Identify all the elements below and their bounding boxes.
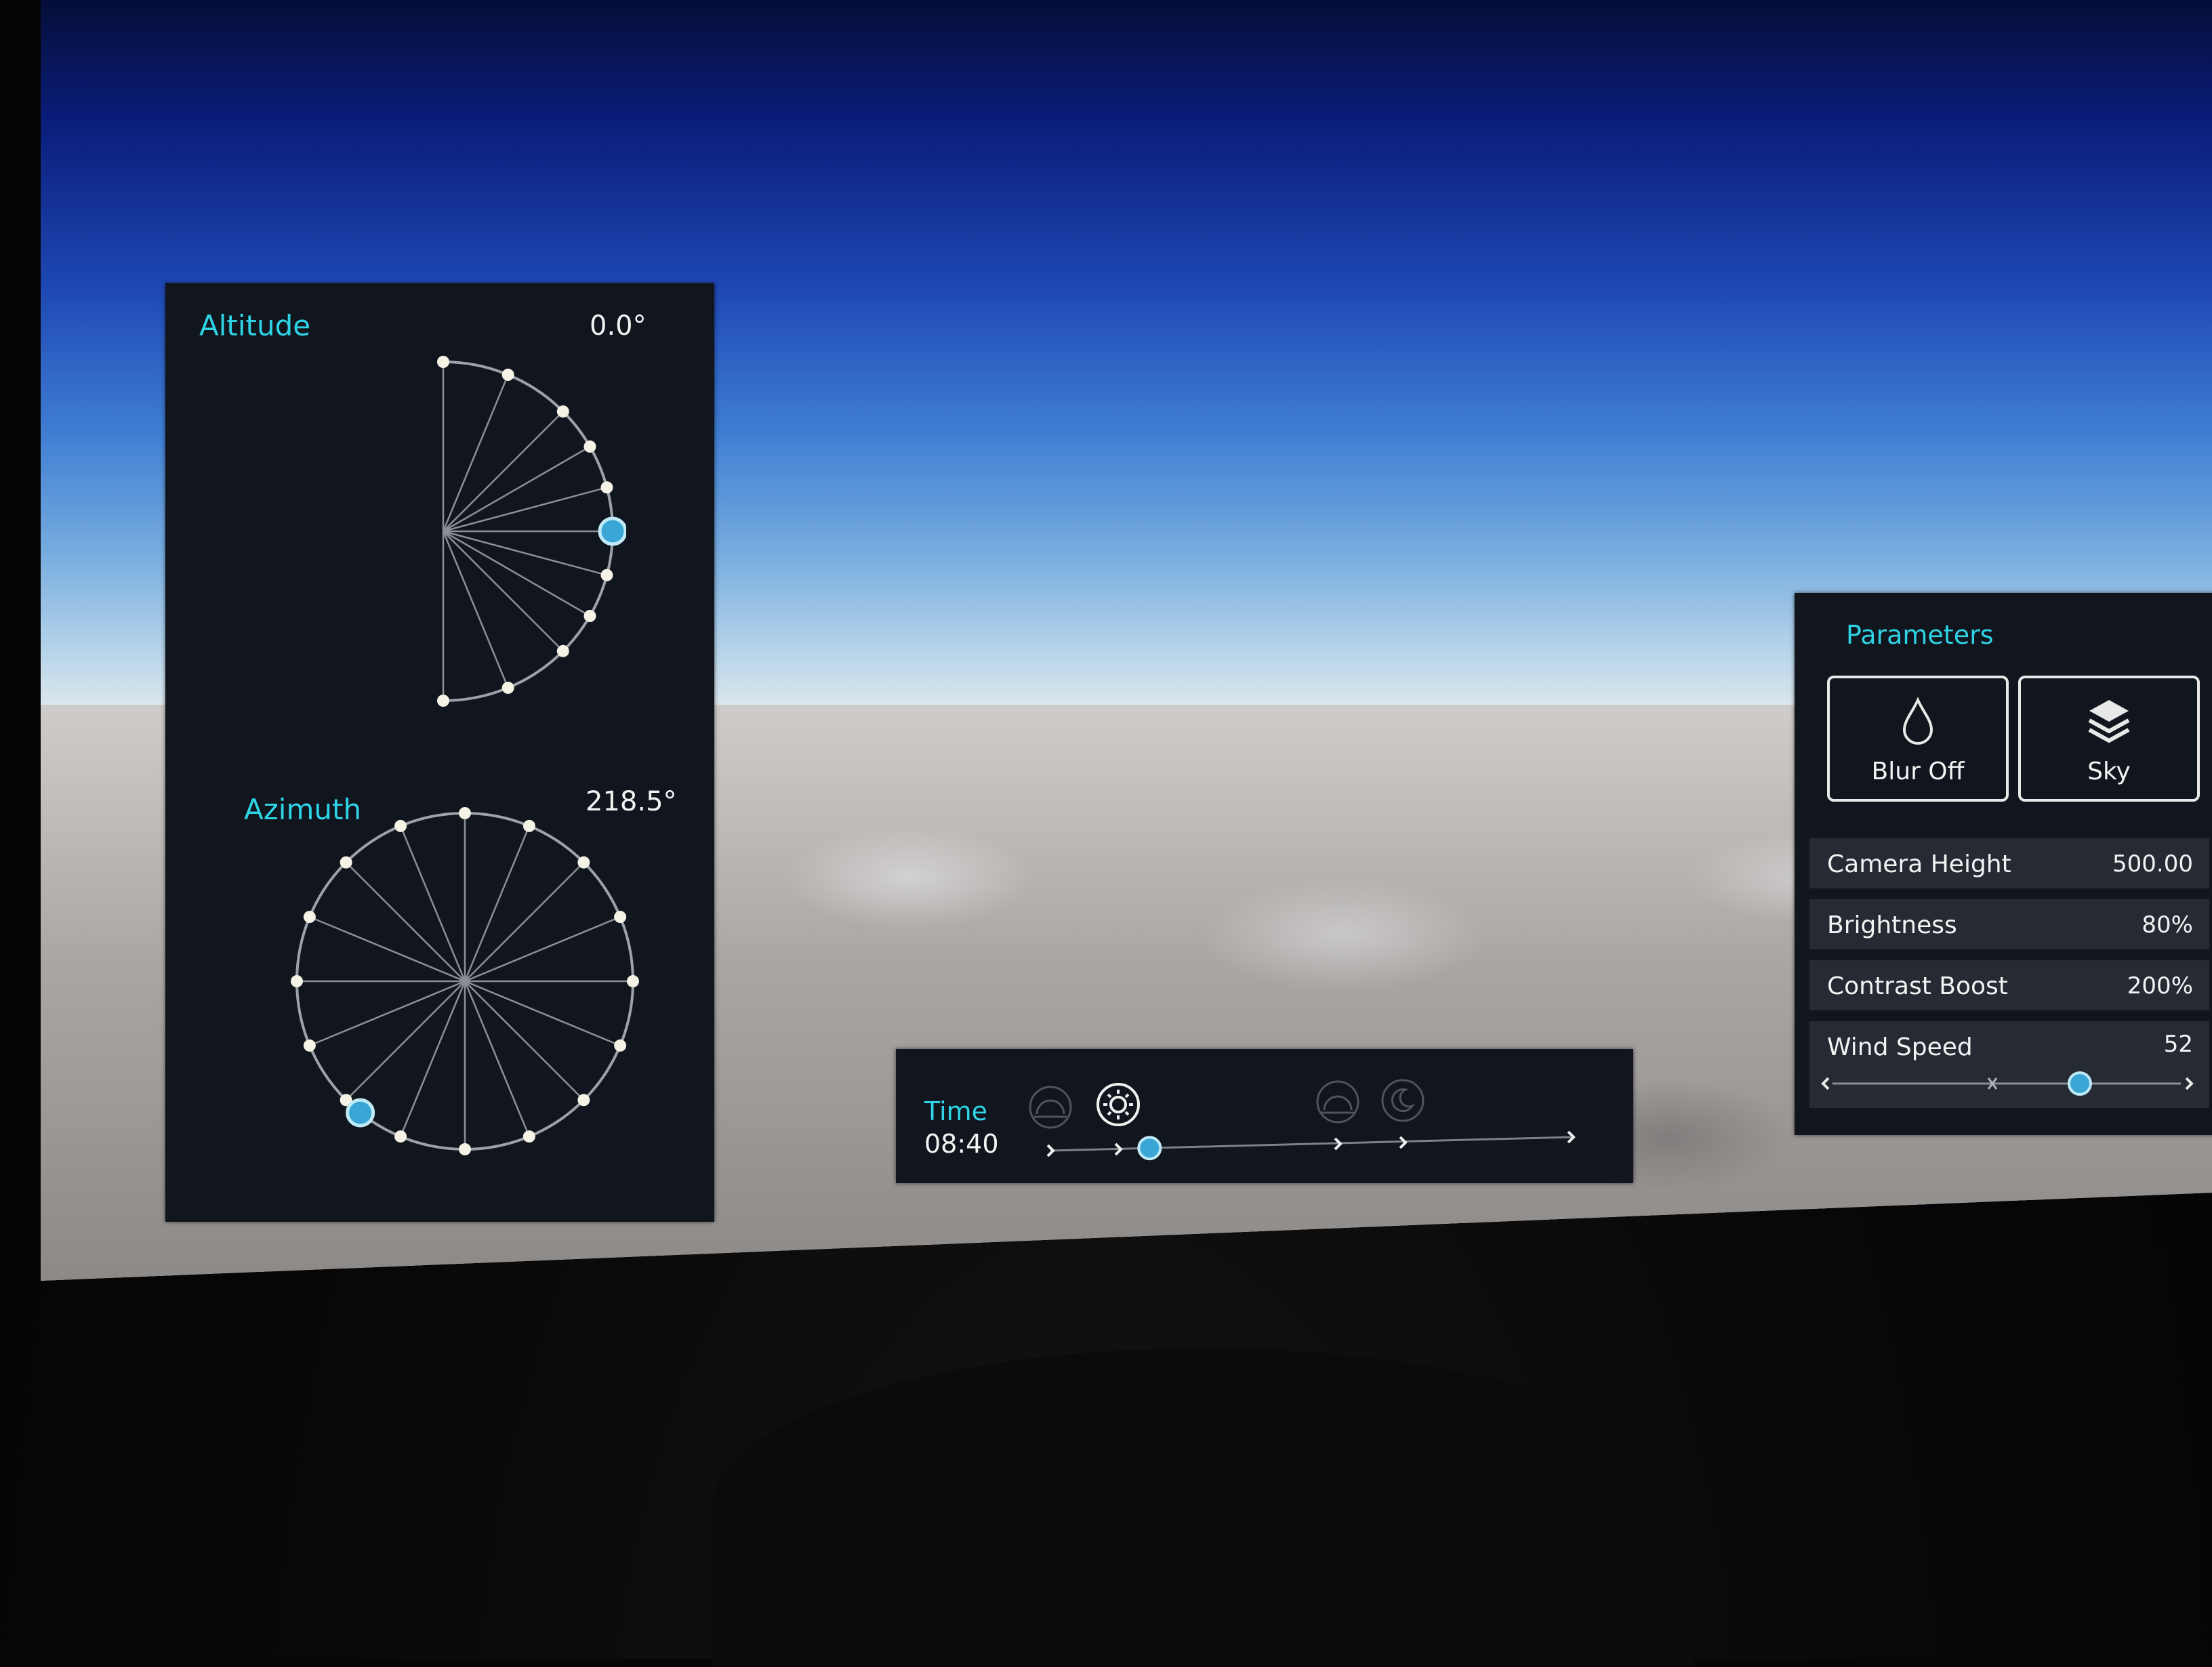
sun-icon[interactable] (1097, 1083, 1140, 1126)
altitude-value: 0.0° (590, 310, 647, 342)
altitude-tick-dot (600, 569, 613, 581)
azimuth-spoke (464, 861, 585, 982)
azimuth-handle (346, 1098, 375, 1128)
azimuth-spoke (345, 981, 466, 1101)
altitude-tick-dot (437, 695, 449, 707)
azimuth-tick-dot (577, 856, 590, 869)
altitude-tick-dot (583, 440, 596, 453)
altitude-spoke (442, 374, 509, 532)
altitude-tick-dot (501, 369, 514, 382)
chevron-left-icon[interactable] (1821, 1077, 1830, 1090)
azimuth-tick-dot (577, 1094, 590, 1107)
monitor-stand (712, 1349, 1694, 1667)
moon-icon[interactable] (1381, 1079, 1425, 1122)
azimuth-tick-dot (627, 975, 639, 987)
altitude-tick-dot (556, 405, 569, 418)
altitude-tick-dot (583, 610, 596, 622)
sunset-icon[interactable] (1316, 1080, 1359, 1124)
screen: Altitude 0.0° Azimuth 218.5° Parameters … (41, 0, 2212, 1281)
altitude-tick-dot (600, 481, 613, 494)
brightness-label: Brightness (1827, 911, 1957, 939)
wind-speed-row: Wind Speed 52 (1809, 1021, 2209, 1108)
azimuth-dial-graphic (291, 807, 639, 1155)
wind-speed-label: Wind Speed (1827, 1033, 1973, 1061)
camera-height-label: Camera Height (1827, 850, 2011, 878)
time-slider-handle[interactable] (1137, 1136, 1162, 1161)
camera-height-row[interactable]: Camera Height 500.00 (1809, 838, 2209, 888)
wind-speed-value: 52 (2163, 1031, 2193, 1058)
contrast-boost-value: 200% (2127, 972, 2193, 1000)
sun-position-panel: Altitude 0.0° Azimuth 218.5° (165, 283, 714, 1222)
altitude-spoke (443, 445, 591, 533)
azimuth-dial[interactable] (281, 804, 660, 1170)
sky-button[interactable]: Sky (2018, 676, 2200, 802)
azimuth-tick-dot (340, 856, 352, 869)
altitude-spoke (443, 530, 607, 576)
azimuth-tick-dot (303, 1039, 316, 1052)
blur-toggle-button[interactable]: Blur Off (1827, 676, 2009, 802)
chevron-right-icon[interactable] (2185, 1077, 2194, 1090)
altitude-tick-dot (556, 644, 569, 657)
layers-icon (2088, 700, 2130, 743)
brightness-value: 80% (2142, 911, 2193, 939)
altitude-dial-graphic (437, 356, 626, 707)
azimuth-tick-dot (394, 1130, 407, 1143)
droplet-icon (1902, 697, 1933, 745)
time-panel: Time 08:40 (896, 1049, 1633, 1183)
sunrise-icon[interactable] (1029, 1086, 1072, 1129)
altitude-handle (598, 516, 626, 546)
blur-toggle-label: Blur Off (1871, 758, 1965, 785)
altitude-spoke (443, 530, 591, 617)
contrast-boost-label: Contrast Boost (1827, 972, 2008, 1000)
azimuth-tick-dot (523, 819, 535, 832)
azimuth-spoke (464, 981, 585, 1101)
azimuth-tick-dot (614, 911, 627, 924)
azimuth-tick-dot (394, 819, 407, 832)
azimuth-tick-dot (459, 807, 471, 819)
altitude-spoke (443, 487, 607, 533)
azimuth-tick-dot (523, 1130, 535, 1143)
altitude-tick-dot (437, 356, 449, 368)
altitude-label: Altitude (199, 309, 311, 342)
time-slider-track[interactable] (1050, 1136, 1573, 1152)
parameters-panel: Parameters Blur Off Sky Camera Height 50… (1795, 593, 2212, 1135)
parameters-title: Parameters (1846, 620, 1994, 650)
brightness-row[interactable]: Brightness 80% (1809, 899, 2209, 949)
time-controls (1029, 1079, 1576, 1161)
altitude-tick-dot (501, 681, 514, 694)
camera-height-value: 500.00 (2112, 850, 2193, 878)
contrast-boost-row[interactable]: Contrast Boost 200% (1809, 960, 2209, 1010)
wind-slider-handle[interactable] (2067, 1071, 2092, 1096)
azimuth-tick-dot (303, 911, 316, 924)
wind-speed-slider[interactable] (1809, 1065, 2209, 1105)
azimuth-spoke (345, 861, 466, 982)
altitude-dial[interactable] (409, 344, 626, 724)
sky-label: Sky (2087, 758, 2131, 785)
azimuth-tick-dot (459, 1143, 471, 1155)
azimuth-tick-dot (614, 1039, 627, 1052)
azimuth-tick-dot (291, 975, 303, 987)
altitude-spoke (443, 411, 564, 532)
altitude-spoke (442, 531, 509, 688)
altitude-spoke (443, 531, 564, 652)
